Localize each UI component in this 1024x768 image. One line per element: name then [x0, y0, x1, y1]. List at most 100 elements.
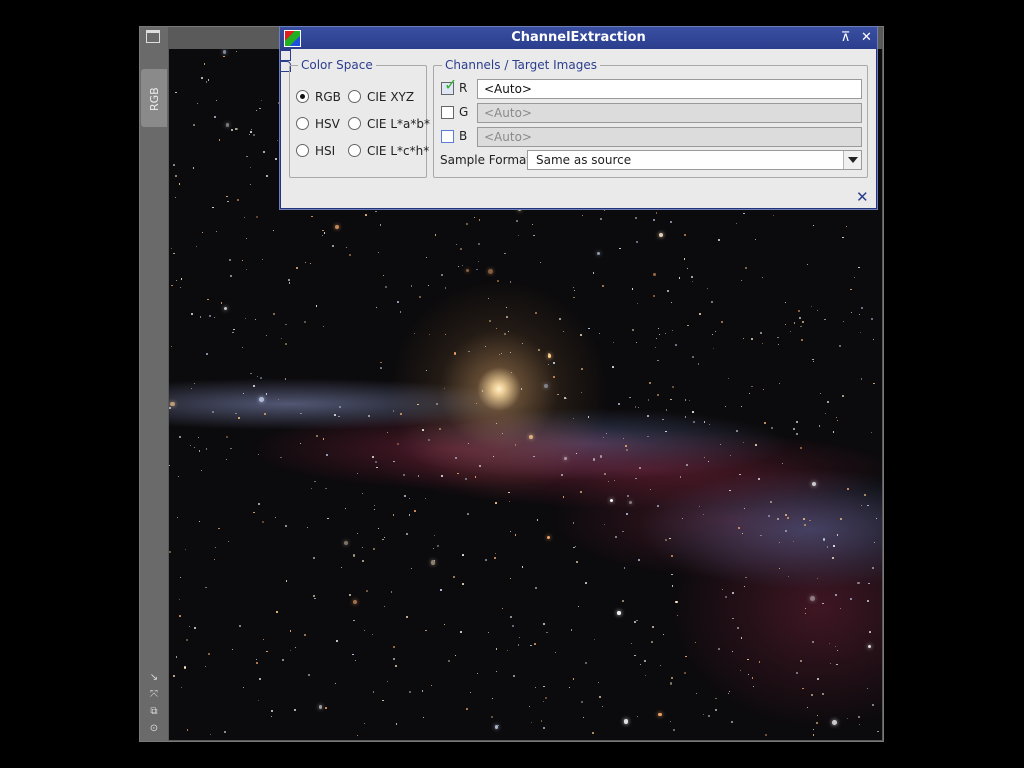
- star: [540, 720, 543, 722]
- window-icon[interactable]: [146, 30, 160, 43]
- star: [289, 630, 292, 632]
- star: [603, 523, 606, 526]
- star: [657, 359, 659, 362]
- sample-format-select[interactable]: Same as source: [527, 150, 862, 170]
- star: [374, 210, 377, 213]
- star: [557, 393, 560, 396]
- star: [447, 660, 450, 663]
- star: [749, 392, 750, 394]
- channel-tab-rgb[interactable]: RGB: [141, 69, 167, 127]
- star: [658, 712, 662, 716]
- star: [875, 518, 877, 519]
- star: [817, 678, 820, 681]
- star: [215, 547, 217, 549]
- star: [751, 676, 754, 679]
- radio-circle[interactable]: [296, 90, 309, 103]
- radio-circle[interactable]: [348, 144, 361, 157]
- radio-circle[interactable]: [296, 117, 309, 130]
- star: [169, 407, 171, 409]
- star: [735, 429, 739, 432]
- star: [492, 455, 494, 457]
- star: [600, 218, 603, 220]
- star: [215, 100, 217, 102]
- star: [362, 547, 364, 549]
- star: [748, 673, 750, 675]
- star: [466, 269, 470, 273]
- target-icon[interactable]: ⊙: [148, 723, 160, 735]
- star: [405, 533, 408, 535]
- clone-icon[interactable]: ⧉: [148, 706, 160, 718]
- star: [597, 682, 599, 684]
- star: [599, 333, 601, 335]
- star: [832, 557, 835, 559]
- star: [396, 723, 398, 725]
- arrow-icon[interactable]: ↘: [148, 672, 160, 684]
- star: [573, 522, 575, 524]
- star: [457, 472, 459, 474]
- star: [509, 281, 512, 283]
- target-image-r-field[interactable]: <Auto>: [477, 79, 862, 99]
- radio-circle[interactable]: [348, 90, 361, 103]
- star: [829, 663, 831, 665]
- shade-icon[interactable]: ⊼: [838, 30, 853, 45]
- star: [670, 555, 673, 558]
- star: [707, 714, 710, 717]
- star: [402, 473, 405, 476]
- star: [495, 648, 498, 650]
- close-icon[interactable]: ✕: [859, 30, 874, 45]
- star: [656, 505, 659, 508]
- star: [839, 607, 841, 610]
- target-image-g-field[interactable]: <Auto>: [477, 103, 862, 123]
- star: [207, 652, 210, 655]
- star: [379, 223, 382, 226]
- star: [665, 430, 667, 432]
- star: [732, 617, 734, 620]
- star: [464, 477, 467, 480]
- star: [692, 356, 695, 358]
- star: [592, 272, 594, 274]
- star: [873, 541, 875, 543]
- checkbox-g[interactable]: [441, 106, 454, 119]
- star: [708, 423, 711, 426]
- star: [751, 385, 753, 387]
- reset-icon[interactable]: ✕: [856, 190, 870, 205]
- zoom-fit-icon[interactable]: ⤧: [148, 689, 160, 701]
- star: [313, 557, 316, 559]
- star: [842, 395, 844, 397]
- star: [253, 512, 255, 514]
- star: [509, 352, 511, 354]
- star: [299, 442, 302, 445]
- radio-circle[interactable]: [296, 144, 309, 157]
- star: [543, 685, 545, 688]
- star: [836, 533, 839, 536]
- star: [684, 258, 686, 260]
- star: [334, 414, 336, 417]
- star: [818, 425, 821, 428]
- star: [284, 343, 287, 346]
- star: [534, 643, 536, 645]
- radio-circle[interactable]: [348, 117, 361, 130]
- dialog-titlebar[interactable]: ChannelExtraction ⊼ ✕: [280, 27, 877, 49]
- star: [509, 615, 512, 618]
- star: [231, 128, 234, 131]
- star: [252, 133, 255, 136]
- checkbox-b[interactable]: [441, 130, 454, 143]
- star: [669, 537, 671, 539]
- star: [440, 273, 443, 276]
- star: [218, 139, 221, 141]
- channels-legend: Channels / Target Images: [445, 58, 597, 72]
- star: [604, 473, 606, 475]
- star: [799, 317, 801, 320]
- star: [871, 703, 874, 706]
- star: [504, 253, 506, 255]
- star: [201, 77, 203, 79]
- checkbox-r[interactable]: ✓: [441, 77, 457, 95]
- star: [488, 632, 490, 634]
- star: [223, 306, 228, 311]
- target-image-b-field[interactable]: <Auto>: [477, 127, 862, 147]
- chevron-down-icon[interactable]: [843, 151, 861, 169]
- star: [858, 267, 860, 269]
- star: [224, 731, 226, 734]
- star: [225, 458, 228, 461]
- star: [681, 517, 683, 519]
